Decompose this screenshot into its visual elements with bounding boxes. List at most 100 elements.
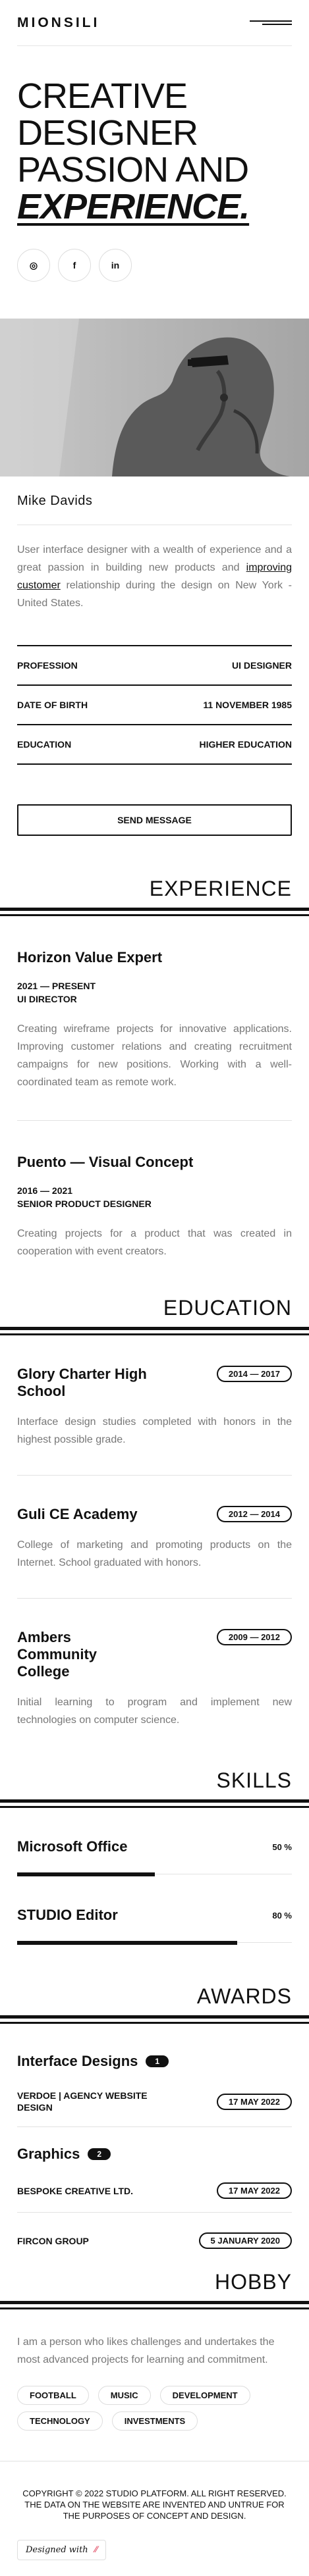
experience-years: 2016 — 2021 <box>17 1185 73 1196</box>
education-head: Ambers Community College 2009 — 2012 <box>17 1629 292 1680</box>
education-school: Guli CE Academy <box>17 1506 138 1522</box>
award-row: BESPOKE CREATIVE LTD. 17 MAY 2022 <box>17 2163 292 2213</box>
award-row: FIRCON GROUP 5 JANUARY 2020 <box>17 2213 292 2262</box>
award-date-badge: 5 JANUARY 2020 <box>198 2232 292 2249</box>
education-item: Glory Charter High School 2014 — 2017 In… <box>17 1335 292 1476</box>
skill-percent: 50 % <box>272 1842 292 1852</box>
skill-head: Microsoft Office 50 % <box>17 1838 292 1855</box>
award-group-name: Graphics <box>17 2146 80 2162</box>
award-group: Graphics 2 BESPOKE CREATIVE LTD. 17 MAY … <box>17 2127 292 2262</box>
disclaimer-text: THE DATA ON THE WEBSITE ARE INVENTED AND… <box>24 2500 285 2521</box>
education-item: Guli CE Academy 2012 — 2014 College of m… <box>17 1476 292 1599</box>
education-years-badge: 2012 — 2014 <box>216 1506 292 1522</box>
skill-head: STUDIO Editor 80 % <box>17 1907 292 1924</box>
info-label: EDUCATION <box>17 739 72 750</box>
hero-title-emphasis: EXPERIENCE. <box>17 187 250 226</box>
hobby-description: I am a person who likes challenges and u… <box>17 2336 275 2365</box>
facebook-icon[interactable]: f <box>58 249 91 282</box>
instagram-icon[interactable]: ◎ <box>17 249 50 282</box>
info-row: EDUCATION HIGHER EDUCATION <box>17 725 292 765</box>
hero-section: CREATIVE DESIGNER PASSION AND EXPERIENCE… <box>17 46 292 282</box>
award-count-badge: 1 <box>146 2055 169 2067</box>
hero-title-line1: CREATIVE <box>17 76 188 116</box>
experience-role: UI DIRECTOR <box>17 994 77 1004</box>
info-value: UI DESIGNER <box>231 660 292 671</box>
skill-bar-fill <box>17 1872 155 1876</box>
section-rule <box>0 2015 309 2024</box>
info-row: PROFESSION UI DESIGNER <box>17 646 292 686</box>
education-list: Glory Charter High School 2014 — 2017 In… <box>17 1335 292 1755</box>
section-rule <box>0 908 309 916</box>
education-head: Guli CE Academy 2012 — 2014 <box>17 1506 292 1523</box>
education-description: College of marketing and promoting produ… <box>17 1539 292 1568</box>
skill-item: STUDIO Editor 80 % <box>17 1876 292 1945</box>
skill-bar <box>17 1872 292 1876</box>
education-heading: EDUCATION <box>163 1296 292 1320</box>
info-value: 11 NOVEMBER 1985 <box>203 700 292 710</box>
social-links: ◎ f in <box>17 249 292 282</box>
experience-list: Horizon Value Expert 2021 — PRESENT UI D… <box>17 916 292 1289</box>
info-label: PROFESSION <box>17 660 78 671</box>
profile-name: Mike Davids <box>17 494 93 508</box>
award-row: VERDOE | AGENCY WEBSITE DESIGN 17 MAY 20… <box>17 2070 292 2127</box>
award-group-head: Interface Designs 1 <box>17 2053 292 2070</box>
education-school: Ambers Community College <box>17 1629 97 1680</box>
hobby-tag[interactable]: TECHNOLOGY <box>17 2411 103 2431</box>
designed-with-badge[interactable]: Designed with ⁄⁄ <box>17 2540 107 2560</box>
experience-years: 2021 — PRESENT <box>17 981 96 991</box>
hobby-tag[interactable]: INVESTMENTS <box>111 2411 198 2431</box>
linkedin-icon[interactable]: in <box>99 249 132 282</box>
profile-photo <box>0 319 309 477</box>
site-footer: COPYRIGHT © 2022 STUDIO PLATFORM. ALL RI… <box>0 2461 309 2560</box>
hobby-tag[interactable]: DEVELOPMENT <box>159 2386 250 2405</box>
skill-item: Microsoft Office 50 % <box>17 1808 292 1876</box>
education-years-badge: 2014 — 2017 <box>216 1366 292 1382</box>
designed-with-label: Designed with <box>26 2545 88 2555</box>
hobby-tag[interactable]: FOOTBALL <box>17 2386 89 2405</box>
experience-company: Puento — Visual Concept <box>17 1154 194 1170</box>
section-rule <box>0 1799 309 1808</box>
education-head: Glory Charter High School 2014 — 2017 <box>17 1366 292 1400</box>
experience-item: Horizon Value Expert 2021 — PRESENT UI D… <box>17 916 292 1121</box>
education-description: Initial learning to program and implemen… <box>17 1697 292 1726</box>
experience-meta: 2021 — PRESENT UI DIRECTOR <box>17 979 292 1006</box>
info-value: HIGHER EDUCATION <box>199 739 292 750</box>
copyright-text: COPYRIGHT © 2022 STUDIO PLATFORM. ALL RI… <box>22 2488 287 2498</box>
profile-info-table: PROFESSION UI DESIGNER DATE OF BIRTH 11 … <box>17 645 292 765</box>
award-group-name: Interface Designs <box>17 2053 138 2069</box>
hobby-tags: FOOTBALL MUSIC DEVELOPMENT TECHNOLOGY IN… <box>17 2386 292 2431</box>
send-message-button[interactable]: SEND MESSAGE <box>17 804 292 836</box>
award-name: BESPOKE CREATIVE LTD. <box>17 2185 134 2196</box>
experience-company: Horizon Value Expert <box>17 949 163 966</box>
site-logo[interactable]: MIONSILI <box>17 15 99 31</box>
award-name: VERDOE | AGENCY WEBSITE DESIGN <box>17 2090 148 2113</box>
skill-name: STUDIO Editor <box>17 1907 118 1923</box>
experience-role: SENIOR PRODUCT DESIGNER <box>17 1198 152 1209</box>
hero-title: CREATIVE DESIGNER PASSION AND EXPERIENCE… <box>17 78 292 225</box>
experience-description: Creating wireframe projects for innovati… <box>17 1023 292 1088</box>
education-item: Ambers Community College 2009 — 2012 Ini… <box>17 1599 292 1755</box>
award-count-badge: 2 <box>88 2148 111 2160</box>
hero-title-line2: DESIGNER <box>17 113 198 153</box>
skill-percent: 80 % <box>272 1910 292 1920</box>
skill-name: Microsoft Office <box>17 1838 128 1855</box>
award-name: FIRCON GROUP <box>17 2235 89 2246</box>
education-school: Glory Charter High School <box>17 1366 147 1399</box>
experience-item: Puento — Visual Concept 2016 — 2021 SENI… <box>17 1121 292 1289</box>
section-rule <box>0 2301 309 2309</box>
hobby-tag[interactable]: MUSIC <box>98 2386 151 2405</box>
site-header: MIONSILI <box>17 0 292 46</box>
education-description: Interface design studies completed with … <box>17 1416 292 1445</box>
education-years-badge: 2009 — 2012 <box>216 1629 292 1645</box>
award-group: Interface Designs 1 VERDOE | AGENCY WEBS… <box>17 2024 292 2127</box>
hero-title-line3: PASSION AND <box>17 150 249 190</box>
experience-heading: EXPERIENCE <box>149 877 292 900</box>
hamburger-menu-icon[interactable] <box>250 18 292 28</box>
info-row: DATE OF BIRTH 11 NOVEMBER 1985 <box>17 686 292 725</box>
awards-heading: AWARDS <box>196 1984 292 2008</box>
info-label: DATE OF BIRTH <box>17 700 88 710</box>
skills-list: Microsoft Office 50 % STUDIO Editor 80 % <box>17 1808 292 1945</box>
skills-heading: SKILLS <box>216 1768 292 1792</box>
portrait-illustration <box>0 319 290 477</box>
brand-mark-icon: ⁄⁄ <box>94 2545 98 2555</box>
